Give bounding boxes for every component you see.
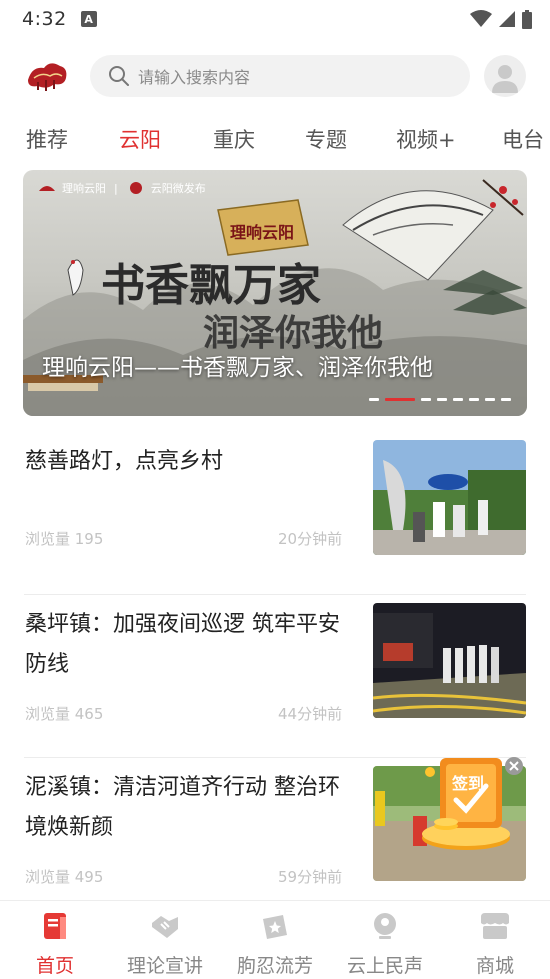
- news-item[interactable]: 慈善路灯，点亮乡村 浏览量 195 20分钟前: [24, 432, 526, 595]
- nav-label: 商城: [475, 955, 514, 977]
- banner-caption: 理响云阳——书香飘万家、润泽你我他: [42, 355, 433, 381]
- tab-chongqing[interactable]: 重庆: [213, 124, 255, 154]
- banner-carousel[interactable]: 书香飘万家 润泽你我他 理响云阳 理响云阳 | 云阳微发布 理响云阳——书香飘万…: [23, 170, 527, 416]
- search-placeholder: 请输入搜索内容: [138, 68, 251, 87]
- carousel-dot[interactable]: [501, 398, 511, 401]
- carousel-dot[interactable]: [453, 398, 463, 401]
- user-voice-icon: [369, 911, 401, 941]
- user-icon: [492, 65, 518, 93]
- tab-topics[interactable]: 专题: [305, 124, 347, 154]
- app-logo[interactable]: [24, 56, 70, 96]
- nav-label: 首页: [35, 955, 74, 977]
- signin-label: 签到: [452, 774, 485, 793]
- top-bar: 请输入搜索内容: [0, 46, 550, 106]
- news-title: 泥溪镇：清洁河道齐行动 整治环境焕新颜: [25, 775, 340, 840]
- banner-headline-1: 书香飘万家: [101, 260, 321, 311]
- news-thumbnail: [373, 440, 526, 555]
- nav-public-voice[interactable]: 云上民声: [330, 901, 440, 979]
- nav-home[interactable]: 首页: [0, 901, 110, 979]
- wifi-icon: [470, 10, 492, 27]
- tab-video[interactable]: 视频+: [396, 124, 456, 154]
- battery-icon: [522, 9, 532, 29]
- tab-radio[interactable]: 电台: [502, 124, 544, 154]
- ticket-star-icon: [259, 911, 291, 941]
- news-thumbnail: [373, 603, 526, 718]
- carousel-dot[interactable]: [469, 398, 479, 401]
- notification-icon: A: [80, 11, 97, 27]
- tab-yunyang[interactable]: 云阳: [119, 124, 161, 154]
- brand-left: 理响云阳: [62, 182, 106, 195]
- news-views: 浏览量 465: [25, 705, 104, 723]
- news-title: 桑坪镇：加强夜间巡逻 筑牢平安防线: [25, 612, 340, 677]
- home-icon: [39, 911, 71, 941]
- carousel-dot[interactable]: [485, 398, 495, 401]
- banner-brands: 理响云阳 | 云阳微发布: [37, 180, 206, 196]
- nav-theory-lecture[interactable]: 理论宣讲: [110, 901, 220, 979]
- brand-right: 云阳微发布: [150, 182, 206, 195]
- news-title: 慈善路灯，点亮乡村: [25, 449, 224, 474]
- nav-quren-liufang[interactable]: 朐忍流芳: [220, 901, 330, 979]
- status-bar: 4:32 A: [0, 0, 550, 38]
- search-input[interactable]: 请输入搜索内容: [90, 55, 470, 97]
- nav-label: 云上民声: [346, 955, 423, 977]
- news-item[interactable]: 桑坪镇：加强夜间巡逻 筑牢平安防线 浏览量 465 44分钟前: [24, 595, 526, 758]
- signal-icon: [499, 11, 515, 27]
- nav-label: 朐忍流芳: [236, 955, 313, 977]
- handshake-icon: [149, 911, 181, 941]
- banner-seal: 理响云阳: [230, 223, 294, 242]
- news-views: 浏览量 495: [25, 868, 104, 886]
- news-views: 浏览量 195: [25, 530, 104, 548]
- news-time: 20分钟前: [278, 530, 343, 548]
- tab-recommend[interactable]: 推荐: [26, 124, 68, 154]
- status-time: 4:32: [22, 8, 67, 30]
- status-indicators: [470, 9, 532, 29]
- carousel-dot[interactable]: [421, 398, 431, 401]
- channel-tabs: 推荐 云阳 重庆 专题 视频+ 电台: [0, 118, 550, 160]
- nav-shop[interactable]: 商城: [440, 901, 550, 979]
- avatar[interactable]: [484, 55, 526, 97]
- news-time: 59分钟前: [278, 868, 343, 886]
- carousel-indicator: [369, 398, 511, 401]
- brand-logo-icon: [39, 186, 55, 191]
- shop-icon: [479, 911, 511, 941]
- search-icon: [109, 66, 129, 86]
- signin-floating-button[interactable]: 签到: [416, 748, 528, 858]
- nav-label: 理论宣讲: [126, 955, 203, 977]
- carousel-dot[interactable]: [369, 398, 379, 401]
- brand-weibo-icon: [129, 182, 142, 194]
- carousel-dot-active[interactable]: [385, 398, 415, 401]
- bottom-navigation: 首页 理论宣讲 朐忍流芳 云上民声 商城: [0, 900, 550, 979]
- news-time: 44分钟前: [278, 705, 343, 723]
- carousel-dot[interactable]: [437, 398, 447, 401]
